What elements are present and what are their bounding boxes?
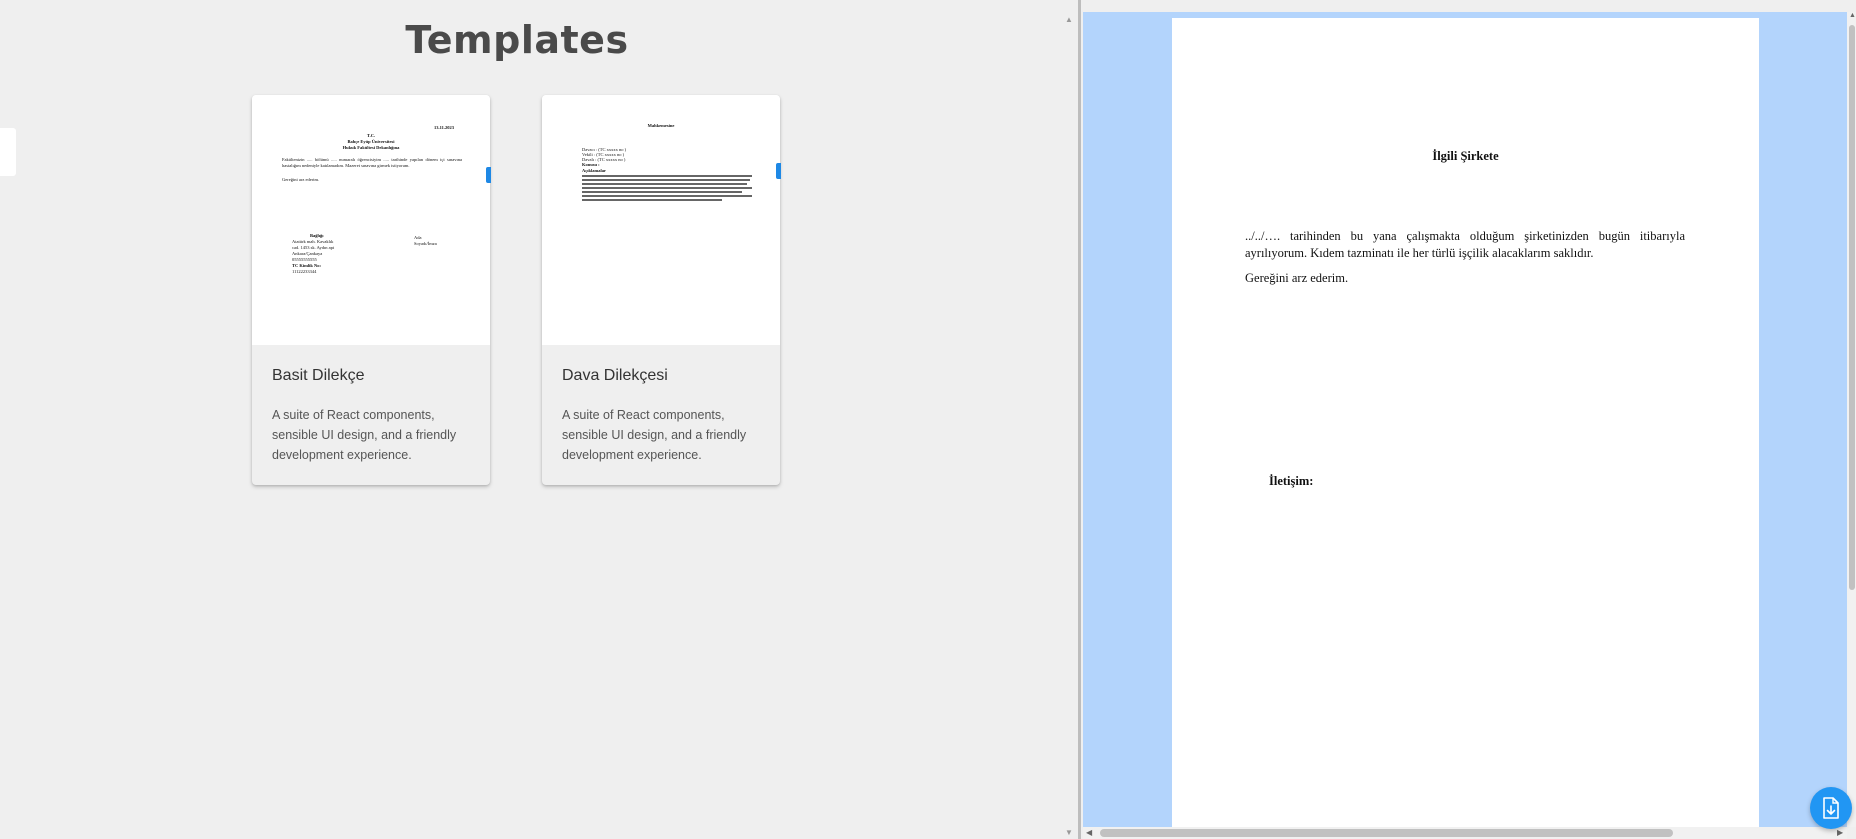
download-button[interactable]	[1810, 787, 1852, 829]
template-description: A suite of React components, sensible UI…	[272, 408, 457, 462]
thumb-text-lines	[582, 175, 752, 203]
thumb-header: Hukuk Fakültesi Dekanlığına	[342, 145, 400, 150]
thumb-address-line: cad. 1453 sk. Aydın apt	[292, 245, 335, 250]
template-thumbnail: 13.11.2023 T.C. Bahçe Eyüp Üniversitesi …	[252, 95, 490, 345]
document-body: ../../…. tarihinden bu yana çalışmakta o…	[1245, 229, 1685, 260]
scroll-up-arrow-icon[interactable]: ▲	[1849, 12, 1856, 19]
document-preview: İlgili Şirkete ../../…. tarihinden bu ya…	[1083, 12, 1847, 827]
template-title: Basit Dilekçe	[272, 367, 365, 384]
thumb-heading: Mahkemesine	[647, 123, 675, 128]
thumb-header: T.C.	[366, 133, 376, 138]
template-description: A suite of React components, sensible UI…	[562, 408, 747, 462]
thumb-body: Fakültenizin ..... bölümü ..... numaralı…	[282, 157, 462, 168]
thumb-date: 13.11.2023	[434, 125, 455, 130]
template-title: Dava Dilekçesi	[562, 367, 668, 384]
side-panel-stub	[0, 128, 16, 176]
card-indicator	[486, 167, 491, 183]
document-closing: Gereğini arz ederim.	[1245, 271, 1349, 285]
template-card-basit-dilekce[interactable]: 13.11.2023 T.C. Bahçe Eyüp Üniversitesi …	[252, 95, 491, 485]
thumb-closing: Gereğini arz ederim.	[282, 177, 320, 182]
thumb-address-line: 05555555555	[292, 257, 317, 262]
thumb-address-line: Ankara/Çankaya	[292, 251, 323, 256]
card-indicator	[776, 163, 781, 179]
thumb-tc-value: 11122233344	[292, 269, 317, 274]
thumb-field: Konusu :	[582, 162, 600, 167]
file-download-icon	[1823, 797, 1839, 819]
page-title: Templates	[405, 18, 629, 62]
split-pane-divider[interactable]	[1078, 0, 1081, 839]
scroll-left-arrow-icon[interactable]: ◀	[1086, 828, 1092, 837]
thumb-section: Açıklamalar	[582, 168, 606, 173]
template-card-dava-dilekcesi[interactable]: Mahkemesine Davacı : (TC xxxxx no ) Veki…	[542, 95, 781, 485]
thumb-tc-label: TC Kimlik No:	[292, 263, 322, 268]
template-thumbnail: Mahkemesine Davacı : (TC xxxxx no ) Veki…	[542, 95, 780, 345]
scroll-down-arrow-icon[interactable]: ▼	[1065, 828, 1073, 837]
preview-vertical-scroll-thumb[interactable]	[1849, 25, 1855, 590]
document-contact-label: İletişim:	[1269, 474, 1314, 488]
scroll-up-arrow-icon[interactable]: ▲	[1065, 15, 1073, 24]
preview-horizontal-scroll-thumb[interactable]	[1100, 829, 1673, 837]
thumb-sign-value: Soyadı/İmza	[414, 241, 437, 246]
scroll-right-arrow-icon[interactable]: ▶	[1837, 828, 1843, 837]
thumb-header: Bahçe Eyüp Üniversitesi	[347, 139, 395, 144]
thumb-address-label: Bağlığı	[310, 233, 324, 238]
thumb-sign-label: Ada	[414, 235, 422, 240]
thumb-address-line: Atatürk mah. Kavaklık	[292, 239, 334, 244]
document-page: İlgili Şirkete ../../…. tarihinden bu ya…	[1172, 18, 1759, 827]
document-heading: İlgili Şirkete	[1432, 149, 1499, 163]
